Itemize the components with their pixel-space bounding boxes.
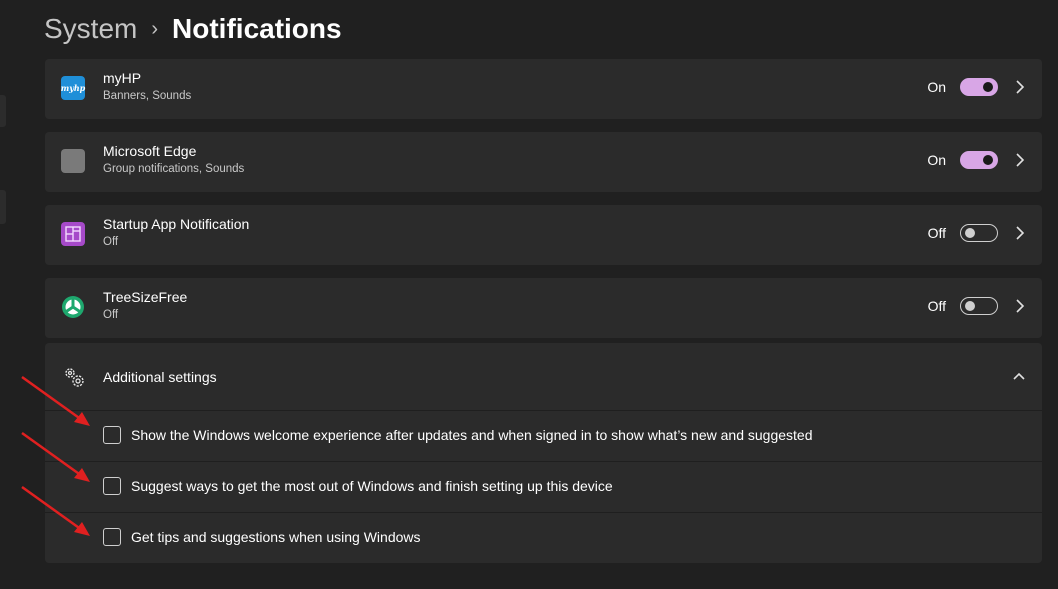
app-row-myhp[interactable]: myhp myHP Banners, Sounds On [45, 59, 1042, 119]
checkbox[interactable] [103, 477, 121, 495]
checkbox[interactable] [103, 528, 121, 546]
nav-pane-edge [0, 190, 6, 224]
notification-toggle[interactable] [960, 224, 998, 242]
toggle-knob [965, 301, 975, 311]
app-row-startup-app-notification[interactable]: Startup App Notification Off Off [45, 205, 1042, 265]
additional-settings-title: Additional settings [103, 369, 217, 385]
app-name: Microsoft Edge [103, 143, 197, 159]
toggle-state-label: Off [927, 298, 946, 314]
app-name: myHP [103, 70, 142, 86]
chevron-up-icon[interactable] [1012, 370, 1026, 382]
option-label: Get tips and suggestions when using Wind… [131, 529, 421, 545]
chevron-right-icon[interactable] [1014, 225, 1026, 241]
option-label: Show the Windows welcome experience afte… [131, 427, 813, 443]
app-row-microsoft-edge[interactable]: Microsoft Edge Group notifications, Soun… [45, 132, 1042, 192]
checkbox[interactable] [103, 426, 121, 444]
notification-toggle[interactable] [960, 297, 998, 315]
annotation-arrow-icon [21, 375, 90, 426]
toggle-knob [965, 228, 975, 238]
chevron-right-icon[interactable] [1014, 152, 1026, 168]
notification-toggle[interactable] [960, 78, 998, 96]
chevron-right-icon[interactable] [1014, 298, 1026, 314]
app-row-treesizefree[interactable]: TreeSizeFree Off Off [45, 278, 1042, 338]
option-row-tips-suggestions[interactable]: Get tips and suggestions when using Wind… [45, 512, 1042, 563]
myhp-logo-icon: myhp [61, 76, 85, 100]
nav-pane-edge [0, 95, 6, 127]
treesize-icon [61, 295, 85, 319]
toggle-knob [983, 82, 993, 92]
toggle-knob [983, 155, 993, 165]
option-row-welcome-experience[interactable]: Show the Windows welcome experience afte… [45, 410, 1042, 461]
notification-toggle[interactable] [960, 151, 998, 169]
breadcrumb-separator: › [151, 18, 159, 40]
breadcrumb-system[interactable]: System [44, 10, 137, 48]
option-label: Suggest ways to get the most out of Wind… [131, 478, 613, 494]
breadcrumb: System › Notifications [44, 10, 342, 48]
toggle-state-label: On [927, 79, 946, 95]
annotation-arrow-icon [21, 485, 90, 536]
additional-settings-header[interactable]: Additional settings [45, 343, 1042, 410]
annotation-arrow-icon [21, 431, 90, 482]
app-subtitle: Group notifications, Sounds [103, 163, 245, 175]
option-row-suggest-ways[interactable]: Suggest ways to get the most out of Wind… [45, 461, 1042, 512]
app-subtitle: Off [103, 309, 119, 321]
app-name: TreeSizeFree [103, 289, 188, 305]
additional-settings-panel: Additional settings Show the Windows wel… [45, 343, 1042, 563]
chevron-right-icon[interactable] [1014, 79, 1026, 95]
toggle-state-label: Off [927, 225, 946, 241]
startup-app-icon [61, 222, 85, 246]
app-subtitle: Banners, Sounds [103, 90, 192, 102]
page-title: Notifications [172, 13, 342, 44]
toggle-state-label: On [927, 152, 946, 168]
app-name: Startup App Notification [103, 216, 250, 232]
edge-placeholder-icon [61, 149, 85, 173]
app-subtitle: Off [103, 236, 119, 248]
